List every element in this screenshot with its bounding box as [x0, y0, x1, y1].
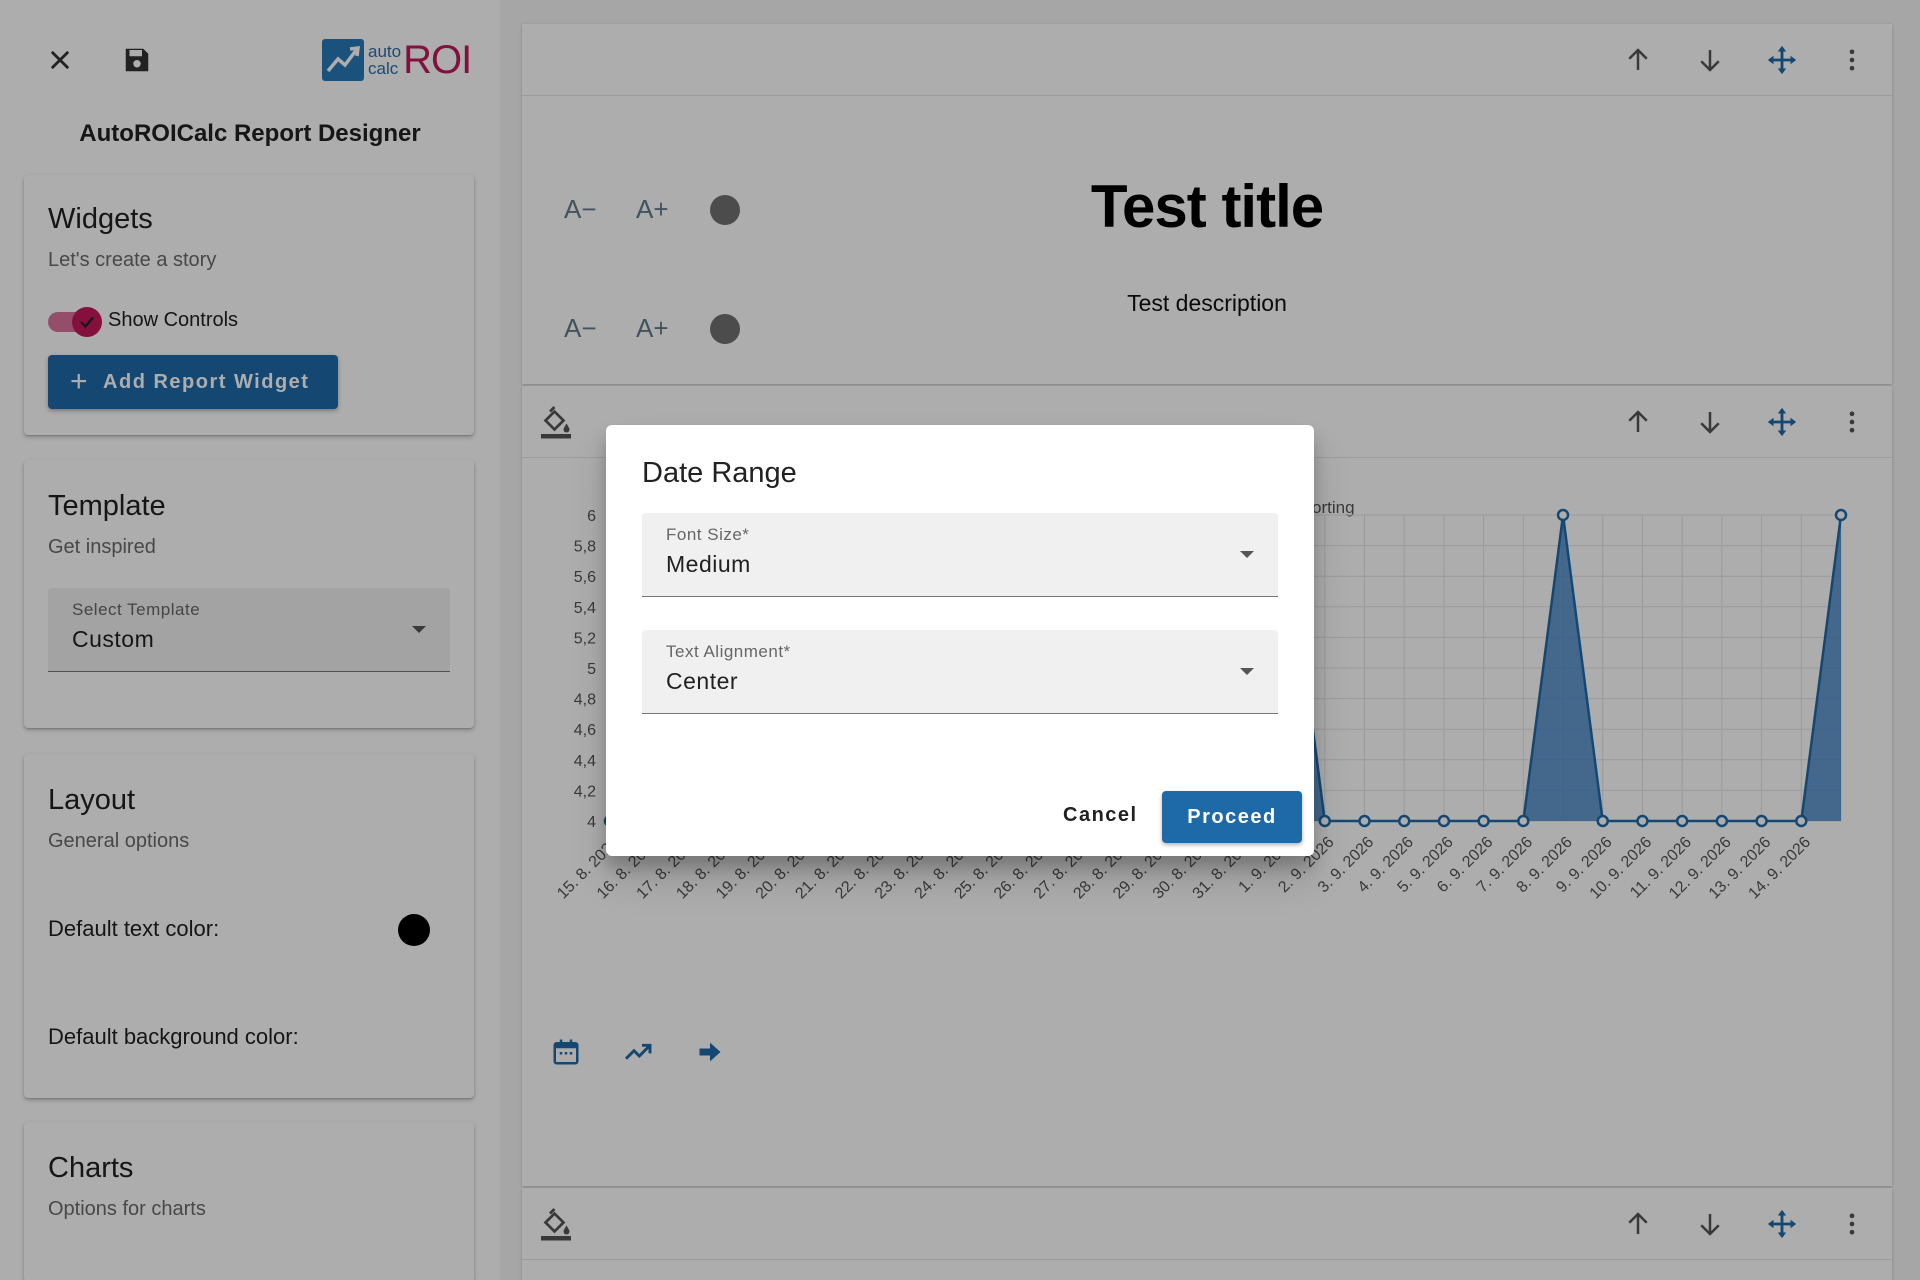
dropdown-arrow-icon: [1240, 668, 1254, 675]
dropdown-arrow-icon: [1240, 551, 1254, 558]
font-size-select[interactable]: Font Size* Medium: [642, 513, 1278, 597]
date-range-dialog: Date Range Font Size* Medium Text Alignm…: [606, 425, 1314, 856]
proceed-button[interactable]: Proceed: [1162, 791, 1302, 843]
cancel-button[interactable]: Cancel: [1063, 804, 1138, 827]
dialog-title: Date Range: [642, 457, 797, 489]
text-alignment-select[interactable]: Text Alignment* Center: [642, 630, 1278, 714]
